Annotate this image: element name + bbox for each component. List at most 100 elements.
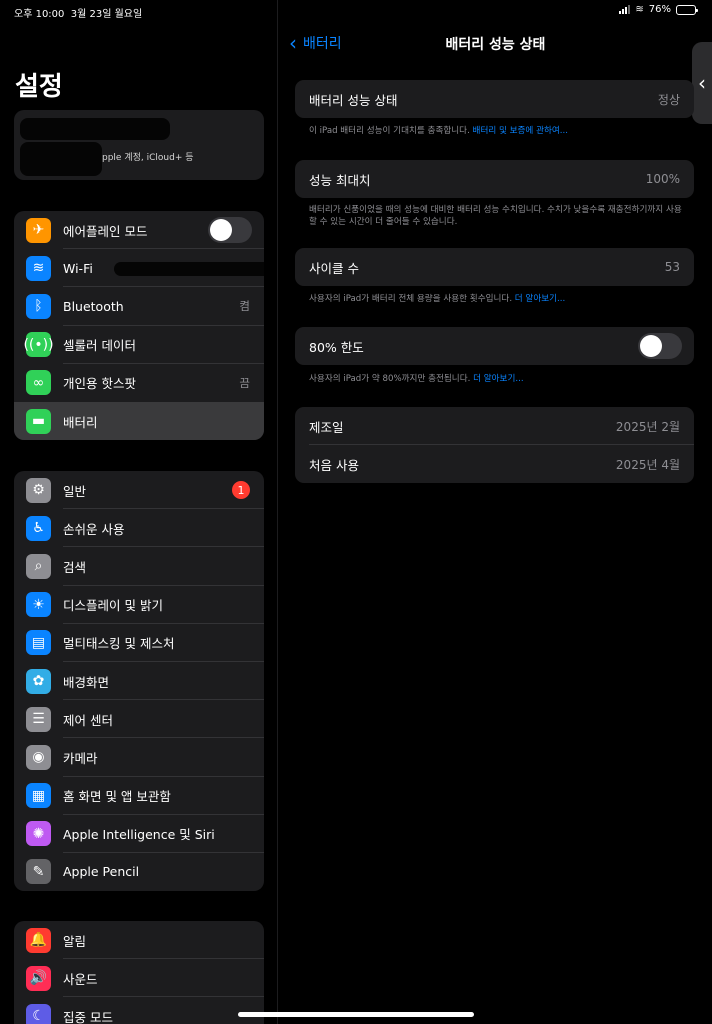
sidebar-item-search[interactable]: ⌕ 검색 xyxy=(14,547,264,586)
home-screen-icon: ▦ xyxy=(26,783,51,809)
sidebar-item-label: 집중 모드 xyxy=(63,1009,113,1024)
multitasking-icon: ▤ xyxy=(26,630,51,656)
sidebar-item-control-center[interactable]: ☰ 제어 센터 xyxy=(14,700,264,739)
siri-icon: ✺ xyxy=(26,821,51,847)
sidebar-group-connectivity: ✈ 에어플레인 모드 ≋ Wi-Fi ᛒ Bluetooth 켬 ((•)) 셀룰러 데이터 ∞ 개… xyxy=(14,211,264,441)
sidebar-item-label: 홈 화면 및 앱 보관함 xyxy=(63,789,171,805)
wifi-icon: ≋ xyxy=(26,255,51,281)
bluetooth-icon: ᛒ xyxy=(26,293,51,319)
health-value: 정상 xyxy=(657,92,680,107)
health-card: 배터리 성능 상태 정상 xyxy=(295,80,694,118)
control-center-icon: ☰ xyxy=(26,706,51,732)
moon-icon: ☾ xyxy=(26,1003,51,1024)
sidebar-item-brightness[interactable]: ☀ 디스플레이 및 밝기 xyxy=(14,586,264,624)
sidebar-item-accessibility[interactable]: ♿ 손쉬운 사용 xyxy=(14,509,264,548)
first-use-row: 처음 사용 2025년 4월 xyxy=(295,445,694,483)
cycle-note-text: 사용자의 iPad가 배터리 전체 용량을 사용한 횟수입니다. xyxy=(309,294,513,304)
toggle-knob xyxy=(640,335,662,357)
cycle-card: 사이클 수 53 xyxy=(295,248,694,286)
sidebar-item-label: Apple Intelligence 및 Siri xyxy=(63,827,215,843)
account-card[interactable]: pple 계정, iCloud+ 등 xyxy=(14,110,264,180)
sidebar-item-label: 개인용 핫스팟 xyxy=(63,376,136,392)
cycle-label: 사이클 수 xyxy=(309,260,359,276)
sidebar-item-value: 켬 xyxy=(239,299,250,314)
sidebar-item-label: 디스플레이 및 밝기 xyxy=(63,598,163,614)
sidebar-item-multitasking[interactable]: ▤ 멀티태스킹 및 제스처 xyxy=(14,624,264,662)
sidebar-group-notifications: 🔔 알림 🔊 사운드 ☾ 집중 모드 xyxy=(14,921,264,1024)
sidebar-item-label: 검색 xyxy=(63,559,87,575)
first-use-label: 처음 사용 xyxy=(309,457,359,473)
search-icon: ⌕ xyxy=(26,553,51,579)
wallpaper-icon: ✿ xyxy=(26,668,51,694)
sidebar-item-cellular[interactable]: ((•)) 셀룰러 데이터 xyxy=(14,326,264,364)
sidebar-item-gear[interactable]: ⚙ 일반 1 xyxy=(14,471,264,510)
battery-percent: 76% xyxy=(648,4,671,15)
health-row: 배터리 성능 상태 정상 xyxy=(295,80,694,118)
limit-toggle[interactable] xyxy=(638,333,682,359)
sidebar-item-hotspot[interactable]: ∞ 개인용 핫스팟 끔 xyxy=(14,364,264,402)
sidebar-item-battery[interactable]: ▬ 배터리 xyxy=(14,401,264,441)
sidebar-item-label: Apple Pencil xyxy=(63,864,140,880)
first-use-value: 2025년 4월 xyxy=(615,457,680,472)
camera-icon: ◉ xyxy=(26,744,51,770)
pencil-icon: ✎ xyxy=(26,859,51,885)
sidebar-item-label: 사운드 xyxy=(63,971,98,987)
gear-icon: ⚙ xyxy=(26,477,51,503)
status-indicators: ≋ 76% xyxy=(619,4,698,15)
status-time: 오후 10:00 3월 23일 월요일 xyxy=(14,5,142,20)
sidebar-item-camera[interactable]: ◉ 카메라 xyxy=(14,738,264,777)
sidebar-title: 설정 xyxy=(15,72,63,102)
account-subtitle: pple 계정, iCloud+ 등 xyxy=(102,153,194,163)
sidebar-item-bell[interactable]: 🔔 알림 xyxy=(14,921,264,960)
max-capacity-note: 배터리가 신품이었을 때의 성능에 대비한 배터리 성능 수치입니다. 수치가 … xyxy=(309,205,682,227)
airplane-mode-toggle[interactable] xyxy=(208,217,252,244)
limit-learn-more-link[interactable]: 더 알아보기... xyxy=(473,374,523,384)
sidebar-item-siri[interactable]: ✺ Apple Intelligence 및 Siri xyxy=(14,815,264,853)
sidebar-item-pencil[interactable]: ✎ Apple Pencil xyxy=(14,853,264,891)
manufactured-label: 제조일 xyxy=(309,419,344,435)
status-bar: 오후 10:00 3월 23일 월요일 ≋ 76% xyxy=(0,0,712,22)
sidebar-item-home-screen[interactable]: ▦ 홈 화면 및 앱 보관함 xyxy=(14,777,264,815)
sidebar-item-value: 끔 xyxy=(239,375,250,390)
limit-note-text: 사용자의 iPad가 약 80%까지만 충전됩니다. xyxy=(309,374,471,384)
max-capacity-card: 성능 최대치 100% xyxy=(295,160,694,198)
limit-card: 80% 한도 xyxy=(295,327,694,365)
toggle-knob xyxy=(210,219,232,242)
sidebar-item-wallpaper[interactable]: ✿ 배경화면 xyxy=(14,662,264,701)
sidebar-item-label: 배터리 xyxy=(63,414,98,430)
home-indicator[interactable] xyxy=(238,1012,474,1017)
wifi-status-icon: ≋ xyxy=(635,4,644,15)
health-note: 이 iPad 배터리 성능이 기대치를 충족합니다. 배터리 및 보증에 관하여… xyxy=(309,125,689,137)
bell-icon: 🔔 xyxy=(26,927,51,953)
notification-badge: 1 xyxy=(232,481,250,500)
cycle-learn-more-link[interactable]: 더 알아보기... xyxy=(515,294,565,304)
limit-note: 사용자의 iPad가 약 80%까지만 충전됩니다. 더 알아보기... xyxy=(309,373,689,385)
airplane-icon: ✈ xyxy=(26,217,51,243)
sidebar-item-label: 알림 xyxy=(63,933,87,949)
limit-row: 80% 한도 xyxy=(295,327,694,365)
page-title: 배터리 성능 상태 xyxy=(445,37,546,53)
sidebar-item-label: 일반 xyxy=(63,483,87,499)
sidebar-item-moon[interactable]: ☾ 집중 모드 xyxy=(14,997,264,1024)
manufactured-value: 2025년 2월 xyxy=(615,419,680,434)
max-capacity-row: 성능 최대치 100% xyxy=(295,160,694,198)
limit-label: 80% 한도 xyxy=(309,339,364,355)
sidebar-group-general: ⚙ 일반 1 ♿ 손쉬운 사용 ⌕ 검색 ☀ 디스플레이 및 밝기 ▤ 멀티태스킹 및 제스처 ✿ 배경… xyxy=(14,471,264,892)
sidebar-item-wifi[interactable]: ≋ Wi-Fi xyxy=(14,249,264,288)
chevron-left-icon: ‹ xyxy=(698,71,706,95)
sidebar-toggle-handle[interactable]: ‹ xyxy=(692,42,712,124)
redacted-name xyxy=(20,118,170,140)
speaker-icon: 🔊 xyxy=(26,965,51,991)
battery-warranty-link[interactable]: 배터리 및 보증에 관하여... xyxy=(473,126,568,136)
dates-card: 제조일 2025년 2월 처음 사용 2025년 4월 xyxy=(295,407,694,483)
health-label: 배터리 성능 상태 xyxy=(309,92,398,108)
sidebar-item-label: 제어 센터 xyxy=(63,712,113,728)
sidebar-item-airplane[interactable]: ✈ 에어플레인 모드 xyxy=(14,211,264,250)
manufactured-row: 제조일 2025년 2월 xyxy=(295,407,694,445)
health-note-text: 이 iPad 배터리 성능이 기대치를 충족합니다. xyxy=(309,126,470,136)
accessibility-icon: ♿ xyxy=(26,515,51,541)
max-capacity-label: 성능 최대치 xyxy=(309,172,371,188)
sidebar-item-speaker[interactable]: 🔊 사운드 xyxy=(14,959,264,998)
sidebar-item-bluetooth[interactable]: ᛒ Bluetooth 켬 xyxy=(14,287,264,326)
redacted-avatar xyxy=(20,142,102,176)
